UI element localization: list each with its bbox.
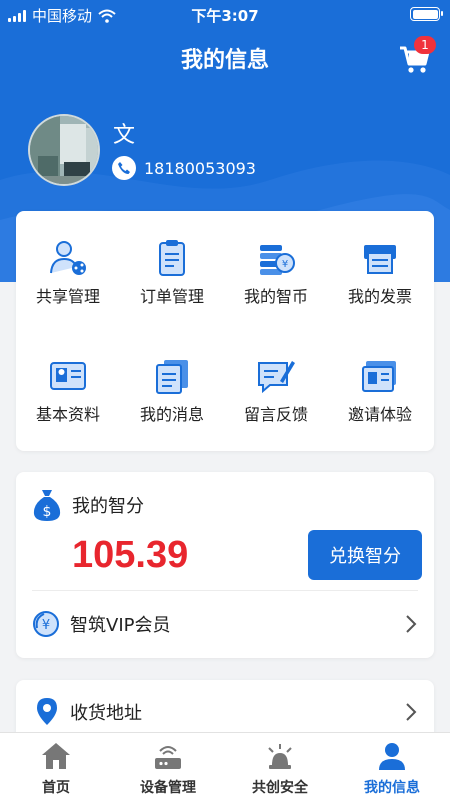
svg-text:$: $ [43,504,52,520]
tab-label: 我的信息 [364,780,420,796]
menu-item-label: 邀请体验 [347,405,412,424]
menu-item-basic-info[interactable]: 基本资料 [16,357,120,425]
menu-item-label: 订单管理 [139,287,204,306]
location-pin-icon [37,698,57,725]
person-icon [379,743,405,770]
coin-stack-icon: ¥ [260,245,295,275]
menu-item-invite[interactable]: 邀请体验 [328,357,432,425]
chevron-right-icon [406,703,417,721]
page-title: 我的信息 [180,48,269,73]
money-bag-icon: $ [33,490,61,521]
tab-label: 共创安全 [252,780,308,796]
user-name: 文 [113,123,136,148]
svg-text:¥: ¥ [282,259,288,270]
menu-item-label: 我的消息 [139,405,204,424]
vip-coin-icon: ¥ [33,611,59,637]
tab-safety[interactable]: 共创安全 [224,741,336,797]
avatar[interactable] [28,114,100,186]
share-users-icon [50,241,86,275]
vip-membership-row[interactable]: ¥ 智筑VIP会员 [32,606,418,642]
score-card: $ 我的智分 105.39 兑换智分 ¥ 智筑VIP会员 [16,472,434,658]
id-card-icon [50,362,86,390]
tab-label: 设备管理 [140,780,196,796]
phone-icon [112,156,136,180]
tab-home[interactable]: 首页 [0,741,112,797]
invoice-printer-icon [364,245,396,274]
shipping-address-row[interactable]: 收货地址 [36,694,418,730]
service-menu-card: 共享管理 订单管理 ¥ 我的智币 我的发票 基本资料 我的消息 留言反馈 邀请体… [16,211,434,451]
feedback-pen-icon [258,361,295,394]
menu-item-feedback[interactable]: 留言反馈 [224,357,328,425]
battery-icon [410,7,443,21]
menu-item-my-messages[interactable]: 我的消息 [120,357,224,425]
cart-badge: 1 [414,36,436,54]
menu-item-label: 我的发票 [347,287,412,306]
phone-row: 18180053093 [112,156,256,180]
home-icon [42,743,70,769]
address-label: 收货地址 [70,703,142,724]
phone-number: 18180053093 [144,158,256,178]
menu-item-share-management[interactable]: 共享管理 [16,239,120,307]
score-title: 我的智分 [72,496,144,517]
chevron-right-icon [406,615,417,633]
menu-item-label: 共享管理 [35,287,100,306]
status-bar: 中国移动 下午3:07 [0,0,450,28]
bottom-tab-bar: 首页 设备管理 共创安全 我的信息 [0,732,450,800]
menu-item-my-invoices[interactable]: 我的发票 [328,239,432,307]
svg-text:¥: ¥ [42,618,50,633]
menu-item-my-coins[interactable]: ¥ 我的智币 [224,239,328,307]
divider [32,590,418,591]
tab-label: 首页 [42,780,70,796]
tab-my-info[interactable]: 我的信息 [336,741,448,797]
exchange-score-button[interactable]: 兑换智分 [308,530,422,580]
invite-ticket-icon [362,361,396,392]
tab-device-management[interactable]: 设备管理 [112,741,224,797]
score-header: $ 我的智分 [32,488,144,522]
menu-item-label: 基本资料 [35,405,100,424]
vip-label: 智筑VIP会员 [70,615,171,636]
menu-item-label: 我的智币 [243,287,308,306]
clock: 下午3:07 [191,7,259,25]
message-docs-icon [156,360,188,394]
menu-item-label: 留言反馈 [243,405,308,424]
score-value: 105.39 [72,534,189,576]
router-device-icon [155,746,181,769]
safety-light-icon [268,744,292,769]
order-clipboard-icon [159,240,185,276]
menu-item-order-management[interactable]: 订单管理 [120,239,224,307]
